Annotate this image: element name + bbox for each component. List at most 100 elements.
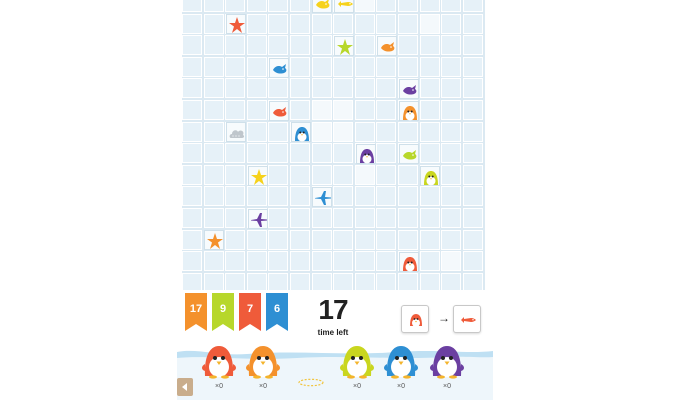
penguin-selector[interactable] <box>427 340 467 380</box>
board-cell[interactable] <box>203 272 224 290</box>
board-cell[interactable] <box>398 186 418 207</box>
plane-piece[interactable] <box>312 187 333 208</box>
board-cell[interactable] <box>290 186 310 207</box>
board-cell[interactable] <box>203 13 224 34</box>
board-cell[interactable] <box>398 56 418 77</box>
board-cell[interactable] <box>419 186 440 207</box>
board-cell[interactable] <box>354 56 375 77</box>
board-cell[interactable] <box>441 78 462 99</box>
star-piece[interactable] <box>247 165 268 186</box>
penguin-piece[interactable] <box>398 100 419 121</box>
board-cell[interactable] <box>290 208 310 228</box>
board-cell[interactable] <box>354 100 375 120</box>
board-cell[interactable] <box>246 35 267 56</box>
cloud-piece[interactable] <box>226 122 246 143</box>
board-cell[interactable] <box>225 78 246 99</box>
board-cell[interactable] <box>462 78 483 99</box>
board-cell[interactable] <box>268 251 289 272</box>
board-cell[interactable] <box>419 229 440 250</box>
board-cell[interactable] <box>268 208 289 228</box>
penguin-selector[interactable] <box>381 340 421 380</box>
board-cell[interactable] <box>268 35 289 56</box>
board-cell[interactable] <box>462 56 483 77</box>
board-cell[interactable] <box>354 78 375 99</box>
board-cell[interactable] <box>246 143 267 164</box>
star-piece[interactable] <box>334 36 354 56</box>
board-cell[interactable] <box>419 272 440 290</box>
board-cell[interactable] <box>333 164 354 185</box>
board-cell[interactable] <box>203 56 224 77</box>
board-cell[interactable] <box>333 143 354 164</box>
plane-piece[interactable] <box>247 208 268 229</box>
bird-piece[interactable] <box>377 36 398 56</box>
board-cell[interactable] <box>354 121 375 142</box>
board-cell[interactable] <box>398 164 418 185</box>
board-cell[interactable] <box>419 35 440 56</box>
board-cell[interactable] <box>246 56 267 77</box>
board-cell[interactable] <box>225 186 246 207</box>
board-cell[interactable] <box>290 35 310 56</box>
board-cell[interactable] <box>311 272 332 290</box>
star-piece[interactable] <box>204 230 225 251</box>
board-cell[interactable] <box>376 143 397 164</box>
board-cell[interactable] <box>376 100 397 120</box>
board-cell[interactable] <box>268 164 289 185</box>
board-cell[interactable] <box>225 272 246 290</box>
board-cell[interactable] <box>333 121 354 142</box>
board-cell[interactable] <box>225 251 246 272</box>
board-cell[interactable] <box>246 100 267 120</box>
board-cell[interactable] <box>354 164 375 185</box>
board-cell[interactable] <box>182 229 202 250</box>
board-cell[interactable] <box>419 0 440 12</box>
board-cell[interactable] <box>311 35 332 56</box>
board-cell[interactable] <box>462 229 483 250</box>
bird-piece[interactable] <box>312 0 333 13</box>
board-cell[interactable] <box>354 186 375 207</box>
board-cell[interactable] <box>290 229 310 250</box>
board-cell[interactable] <box>268 0 289 12</box>
board-cell[interactable] <box>441 35 462 56</box>
board-cell[interactable] <box>462 35 483 56</box>
board-cell[interactable] <box>290 56 310 77</box>
penguin-selector[interactable] <box>243 340 283 380</box>
board-cell[interactable] <box>203 100 224 120</box>
board-cell[interactable] <box>376 13 397 34</box>
board-cell[interactable] <box>290 100 310 120</box>
board-cell[interactable] <box>441 0 462 12</box>
board-cell[interactable] <box>268 78 289 99</box>
board-cell[interactable] <box>376 164 397 185</box>
bird-piece[interactable] <box>398 144 419 164</box>
board-cell[interactable] <box>462 164 483 185</box>
board-cell[interactable] <box>354 229 375 250</box>
board-cell[interactable] <box>333 13 354 34</box>
board-cell[interactable] <box>376 272 397 290</box>
board-cell[interactable] <box>441 100 462 120</box>
board-cell[interactable] <box>419 13 440 34</box>
game-board[interactable] <box>182 0 485 290</box>
board-cell[interactable] <box>225 143 246 164</box>
board-cell[interactable] <box>376 251 397 272</box>
board-cell[interactable] <box>419 251 440 272</box>
board-cell[interactable] <box>225 164 246 185</box>
board-cell[interactable] <box>333 100 354 120</box>
board-cell[interactable] <box>203 35 224 56</box>
fish-piece[interactable] <box>334 0 354 13</box>
board-cell[interactable] <box>419 208 440 228</box>
board-cell[interactable] <box>441 121 462 142</box>
board-cell[interactable] <box>203 251 224 272</box>
board-cell[interactable] <box>246 272 267 290</box>
board-cell[interactable] <box>203 78 224 99</box>
board-cell[interactable] <box>203 186 224 207</box>
board-cell[interactable] <box>311 121 332 142</box>
board-cell[interactable] <box>462 272 483 290</box>
empty-penguin-slot[interactable] <box>297 378 325 387</box>
board-cell[interactable] <box>398 208 418 228</box>
board-cell[interactable] <box>462 208 483 228</box>
board-cell[interactable] <box>462 13 483 34</box>
board-cell[interactable] <box>225 35 246 56</box>
board-cell[interactable] <box>268 229 289 250</box>
board-cell[interactable] <box>354 13 375 34</box>
board-cell[interactable] <box>333 56 354 77</box>
board-cell[interactable] <box>462 100 483 120</box>
board-cell[interactable] <box>441 251 462 272</box>
